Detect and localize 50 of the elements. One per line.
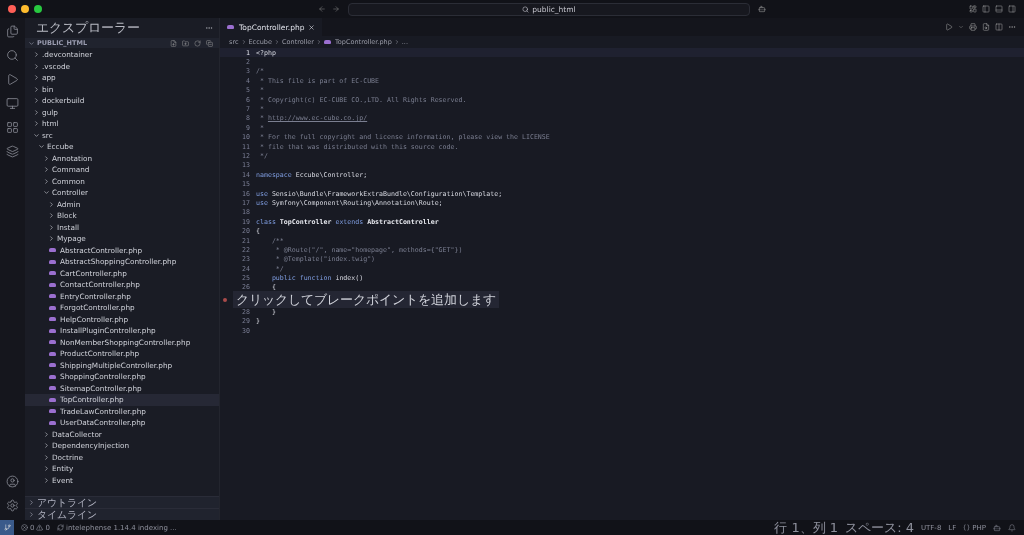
cursor-position[interactable]: 行 1、列 1 [774, 518, 839, 535]
printer-icon[interactable] [969, 23, 977, 31]
minimize-button[interactable] [21, 5, 29, 13]
breakpoint-dot[interactable] [223, 297, 227, 302]
close-icon[interactable] [307, 23, 315, 31]
breakpoint-tooltip: クリックしてブレークポイントを追加します [233, 291, 499, 309]
chevron-down-icon[interactable] [958, 24, 964, 30]
panel-bottom-icon[interactable] [995, 5, 1003, 13]
layout-icon[interactable] [969, 5, 977, 13]
chevron-right-icon [316, 39, 322, 45]
search-icon [522, 5, 530, 13]
search-icon[interactable] [6, 49, 19, 62]
settings-icon[interactable] [6, 499, 19, 512]
more-icon[interactable] [205, 24, 213, 32]
chevron-down-icon [43, 189, 50, 197]
close-button[interactable] [8, 5, 16, 13]
collapse-icon[interactable] [206, 39, 213, 47]
maximize-button[interactable] [34, 5, 42, 13]
chevron-right-icon [393, 39, 400, 45]
chevron-right-icon [274, 39, 280, 45]
error-icon [21, 524, 28, 531]
panel-header[interactable]: アウトライン [25, 496, 219, 508]
forward-arrow-icon[interactable] [332, 5, 340, 13]
chevron-right-icon [240, 39, 247, 45]
more-icon[interactable] [1008, 23, 1016, 31]
remote-button[interactable] [0, 520, 14, 535]
run-icon[interactable] [945, 23, 953, 31]
new-file-icon[interactable] [170, 39, 177, 47]
warning-icon [36, 524, 44, 531]
chevron-down-icon [28, 39, 35, 47]
sidebar-title: エクスプローラー [36, 19, 140, 37]
new-folder-icon[interactable] [182, 39, 189, 47]
panel-header[interactable]: タイムライン [25, 508, 219, 520]
bell-icon[interactable] [1008, 523, 1016, 532]
branch-icon [3, 524, 11, 531]
panel-left-icon[interactable] [982, 5, 990, 13]
monitor-icon[interactable] [6, 97, 19, 110]
folders-icon[interactable] [6, 145, 19, 158]
split-editor-icon[interactable] [995, 23, 1003, 31]
grid-icon[interactable] [6, 121, 19, 134]
sync-icon [56, 524, 64, 531]
panel-right-icon[interactable] [1008, 5, 1016, 13]
user-icon[interactable] [6, 475, 19, 488]
back-arrow-icon[interactable] [318, 5, 326, 13]
refresh-icon[interactable] [194, 39, 201, 47]
indentation-status[interactable]: スペース: 4 [845, 518, 914, 535]
play-icon[interactable] [6, 73, 19, 86]
braces-icon [963, 524, 971, 531]
preview-icon[interactable] [982, 23, 990, 31]
files-icon[interactable] [6, 25, 19, 38]
